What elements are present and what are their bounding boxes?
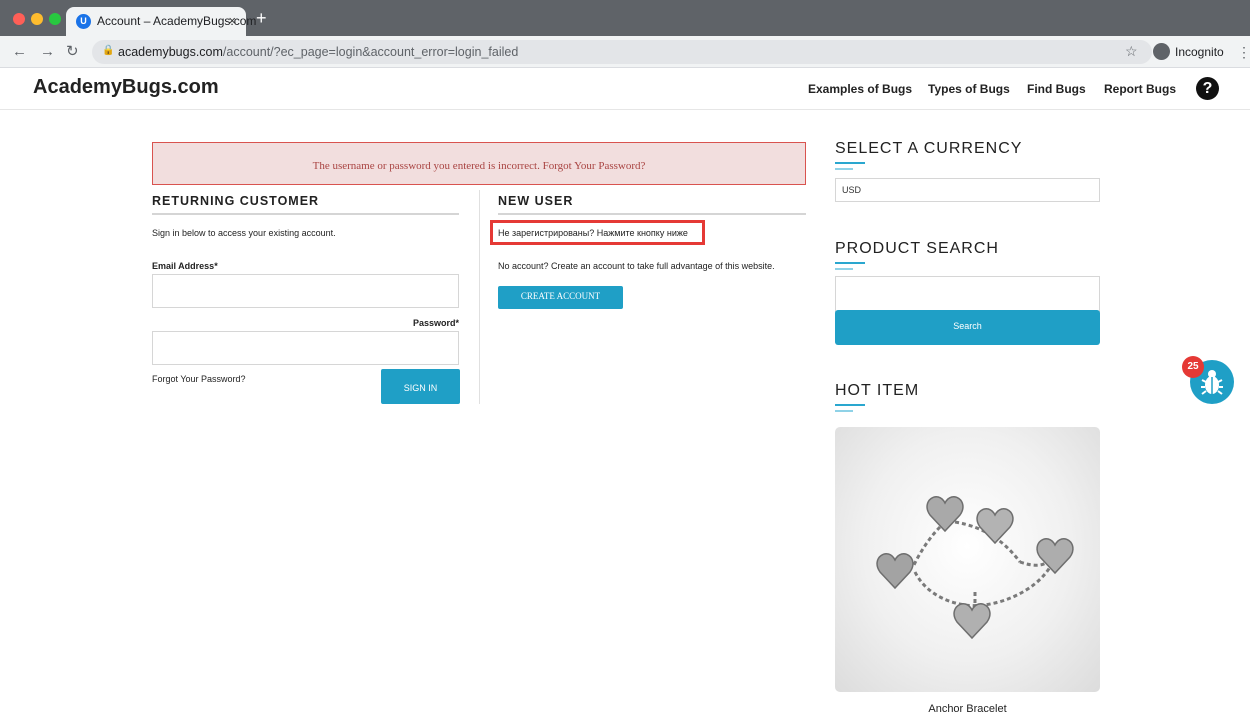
new-tab-button[interactable]: + xyxy=(256,9,267,27)
incognito-icon xyxy=(1153,43,1170,60)
forgot-password-link[interactable]: Forgot Your Password? xyxy=(152,374,246,384)
url-host: academybugs.com xyxy=(118,45,223,59)
returning-customer-rule xyxy=(152,213,459,215)
email-label: Email Address* xyxy=(152,261,218,271)
incognito-label: Incognito xyxy=(1175,45,1224,59)
maximize-window-button[interactable] xyxy=(49,13,61,25)
hot-item-image[interactable] xyxy=(835,427,1100,692)
url-text: academybugs.com/account/?ec_page=login&a… xyxy=(118,45,518,59)
no-account-text: No account? Create an account to take fu… xyxy=(498,261,775,271)
email-field[interactable] xyxy=(152,274,459,308)
close-window-button[interactable] xyxy=(13,13,25,25)
currency-title: SELECT A CURRENCY xyxy=(835,140,1023,157)
bug-count-badge: 25 xyxy=(1182,356,1204,378)
browser-tab-bar: U Account – AcademyBugs.com × + xyxy=(0,0,1250,36)
address-bar[interactable]: 🔒 academybugs.com/account/?ec_page=login… xyxy=(92,40,1152,64)
bracelet-illustration xyxy=(876,496,1074,640)
column-divider xyxy=(479,190,480,404)
russian-register-text: Не зарегистрированы? Нажмите кнопку ниже xyxy=(498,228,688,238)
nav-find-bugs[interactable]: Find Bugs xyxy=(1027,82,1086,96)
back-arrow-icon[interactable]: ← xyxy=(12,43,27,61)
search-button[interactable]: Search xyxy=(835,310,1100,345)
help-icon[interactable]: ? xyxy=(1196,77,1219,100)
incognito-indicator[interactable]: Incognito xyxy=(1150,41,1232,63)
create-account-button[interactable]: CREATE ACCOUNT xyxy=(498,286,623,309)
nav-types-of-bugs[interactable]: Types of Bugs xyxy=(928,82,1010,96)
currency-select[interactable]: USD xyxy=(835,178,1100,202)
password-label: Password* xyxy=(412,318,459,328)
password-field[interactable] xyxy=(152,331,459,365)
nav-examples-of-bugs[interactable]: Examples of Bugs xyxy=(808,82,912,96)
bookmark-star-icon[interactable]: ☆ xyxy=(1125,43,1138,60)
url-path: /account/?ec_page=login&account_error=lo… xyxy=(222,45,519,59)
login-error-text[interactable]: The username or password you entered is … xyxy=(153,160,805,172)
login-error-alert: The username or password you entered is … xyxy=(152,142,806,185)
hot-item-caption[interactable]: Anchor Bracelet xyxy=(835,703,1100,715)
close-tab-icon[interactable]: × xyxy=(228,13,236,28)
hot-item-title: HOT ITEM xyxy=(835,382,920,399)
favicon-icon: U xyxy=(76,14,91,29)
returning-customer-intro: Sign in below to access your existing ac… xyxy=(152,228,336,238)
reload-icon[interactable]: ↻ xyxy=(66,43,79,61)
lock-icon: 🔒 xyxy=(102,45,115,56)
nav-report-bugs[interactable]: Report Bugs xyxy=(1104,82,1176,96)
sign-in-button[interactable]: SIGN IN xyxy=(381,369,460,404)
currency-accent xyxy=(835,162,865,174)
minimize-window-button[interactable] xyxy=(31,13,43,25)
address-bar-row: ← → ↻ 🔒 academybugs.com/account/?ec_page… xyxy=(0,36,1250,68)
returning-customer-title: RETURNING CUSTOMER xyxy=(152,194,320,208)
browser-tab[interactable]: U Account – AcademyBugs.com × xyxy=(66,7,256,36)
hot-item-accent xyxy=(835,404,865,416)
new-user-rule xyxy=(498,213,806,215)
new-user-title: NEW USER xyxy=(498,194,574,208)
product-search-input[interactable] xyxy=(835,276,1100,312)
browser-menu-icon[interactable]: ⋮ xyxy=(1237,44,1250,61)
site-logo[interactable]: AcademyBugs.com xyxy=(33,76,219,99)
product-search-title: PRODUCT SEARCH xyxy=(835,240,999,257)
forward-arrow-icon[interactable]: → xyxy=(40,43,55,61)
product-search-accent xyxy=(835,262,865,274)
site-header: AcademyBugs.com Examples of Bugs Types o… xyxy=(0,68,1250,110)
